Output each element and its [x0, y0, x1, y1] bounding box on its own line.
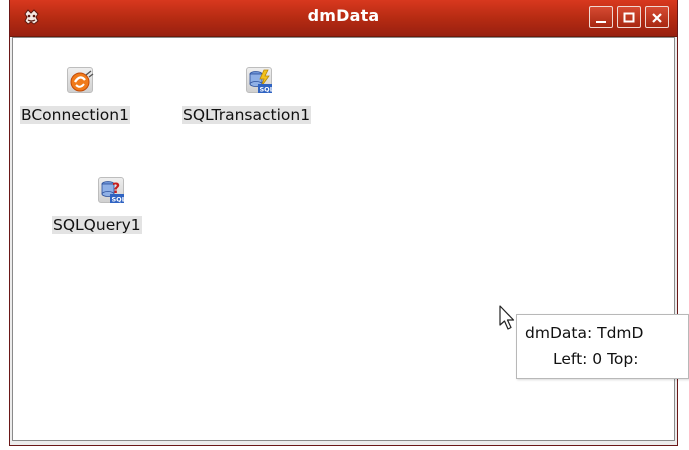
- close-icon: [652, 13, 662, 23]
- hint-tooltip: dmData: TdmD Left: 0 Top:: [516, 314, 689, 379]
- maximize-icon: [623, 12, 635, 23]
- svg-text:SQL: SQL: [260, 86, 274, 94]
- title-bar[interactable]: dmData: [10, 0, 677, 37]
- maximize-button[interactable]: [617, 6, 641, 28]
- database-connection-icon[interactable]: [67, 67, 94, 93]
- component-label-sqltransaction1[interactable]: SQLTransaction1: [182, 106, 312, 124]
- sql-query-icon[interactable]: ? SQL: [98, 177, 126, 204]
- svg-text:SQL: SQL: [112, 196, 126, 204]
- mouse-pointer-icon: [498, 305, 518, 335]
- window-title: dmData: [307, 6, 380, 25]
- minimize-icon: [596, 21, 606, 23]
- tooltip-line-1: dmData: TdmD: [525, 324, 644, 342]
- datamodule-canvas[interactable]: BConnection1 SQL SQLTransaction1 ? SQL S…: [12, 37, 675, 441]
- datamodule-window: dmData BConnection1 SQL SQLTransaction1 …: [9, 0, 678, 446]
- component-label-bconnection1[interactable]: BConnection1: [20, 106, 130, 124]
- tooltip-line-2: Left: 0 Top:: [553, 350, 639, 368]
- minimize-button[interactable]: [589, 6, 613, 28]
- sql-transaction-icon[interactable]: SQL: [246, 67, 274, 94]
- component-label-sqlquery1[interactable]: SQLQuery1: [52, 216, 142, 234]
- close-button[interactable]: [645, 6, 669, 28]
